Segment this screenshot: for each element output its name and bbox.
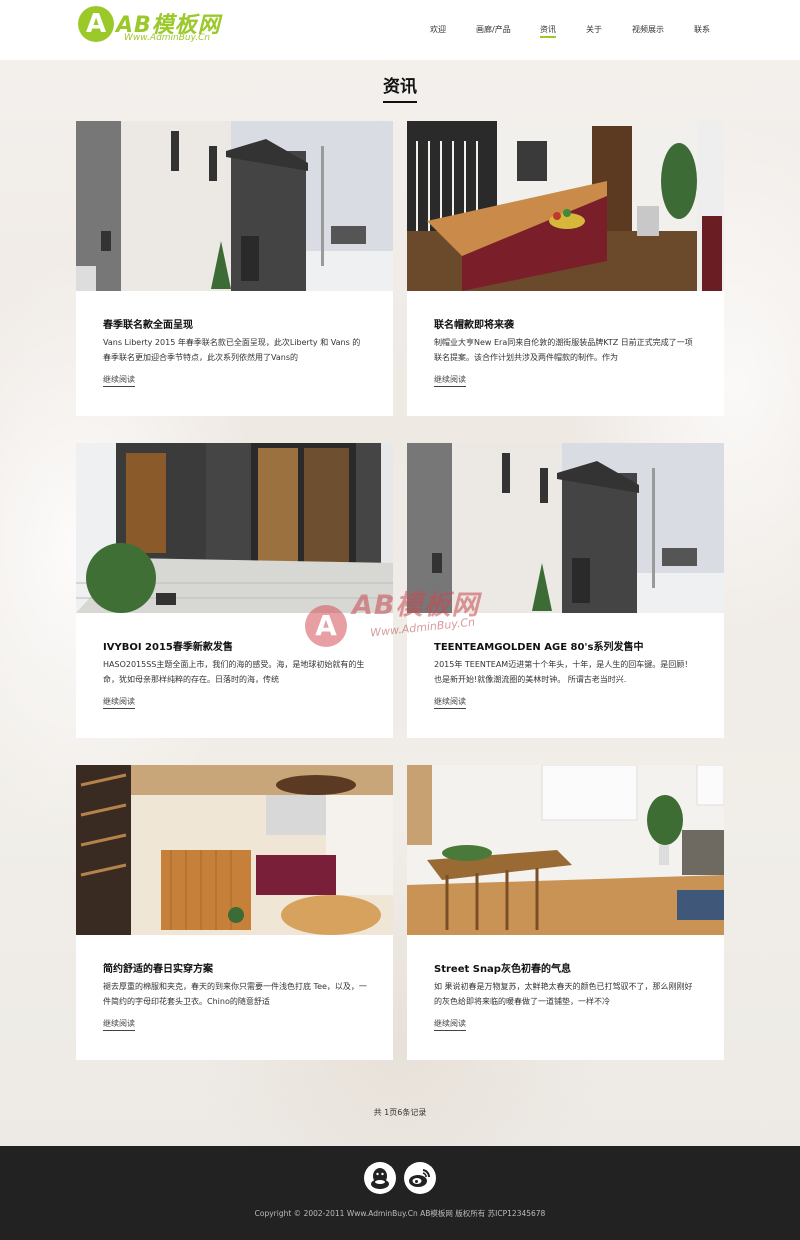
article-title[interactable]: 简约舒适的春日实穿方案 bbox=[103, 960, 213, 975]
article-excerpt: 2015年 TEENTEAM迈进第十个年头，十年，是人生的回车键。是回顾！也是新… bbox=[434, 660, 693, 684]
article-title[interactable]: 联名帽款即将来袭 bbox=[434, 316, 514, 331]
read-more-link[interactable]: 继续阅读 bbox=[103, 1018, 135, 1031]
page-title: 资讯 bbox=[383, 77, 417, 97]
article-title[interactable]: IVYBOI 2015春季新款发售 bbox=[103, 638, 233, 653]
article-excerpt: 褪去厚重的棉服和夹克，春天的到来你只需要一件浅色打底 Tee，以及，一件简约的字… bbox=[103, 982, 367, 1006]
article-card[interactable]: TEENTEAMGOLDEN AGE 80's系列发售中 2015年 TEENT… bbox=[407, 443, 724, 738]
article-excerpt: HASO2015SS主题全面上市，我们的海的感受。海，是地球初始就有的生命，犹如… bbox=[103, 660, 365, 684]
article-card[interactable]: 简约舒适的春日实穿方案 褪去厚重的棉服和夹克，春天的到来你只需要一件浅色打底 T… bbox=[76, 765, 393, 1060]
article-card[interactable]: 春季联名款全面呈现 Vans Liberty 2015 年春季联名款已全面呈现，… bbox=[76, 121, 393, 416]
article-title[interactable]: 春季联名款全面呈现 bbox=[103, 316, 193, 331]
title-underline bbox=[383, 101, 417, 103]
nav-item-news[interactable]: 资讯 bbox=[540, 24, 556, 38]
nav-item-video[interactable]: 视频展示 bbox=[632, 24, 664, 35]
weibo-icon[interactable] bbox=[404, 1162, 436, 1194]
read-more-link[interactable]: 继续阅读 bbox=[103, 374, 135, 387]
read-more-link[interactable]: 继续阅读 bbox=[434, 1018, 466, 1031]
read-more-link[interactable]: 继续阅读 bbox=[103, 696, 135, 709]
article-excerpt: 如 果说初春是万物复苏，太鲜艳太春天的颜色已打驾驭不了，那么刚刚好的灰色给即将来… bbox=[434, 982, 693, 1006]
article-title[interactable]: Street Snap灰色初春的气息 bbox=[434, 960, 571, 975]
article-image-house-exterior[interactable] bbox=[76, 121, 393, 291]
main-nav: 欢迎 画廊/产品 资讯 关于 视频展示 联系 bbox=[0, 24, 800, 38]
article-card[interactable]: Street Snap灰色初春的气息 如 果说初春是万物复苏，太鲜艳太春天的颜色… bbox=[407, 765, 724, 1060]
article-image-house-exterior[interactable] bbox=[407, 443, 724, 613]
nav-item-gallery[interactable]: 画廊/产品 bbox=[476, 24, 511, 35]
site-footer: Copyright © 2002-2011 Www.AdminBuy.Cn AB… bbox=[0, 1146, 800, 1240]
article-image-living-room[interactable] bbox=[407, 765, 724, 935]
article-excerpt: 制帽业大亨New Era同来自伦敦的潮街服装品牌KTZ 日前正式完成了一项联名提… bbox=[434, 338, 693, 362]
qq-icon[interactable] bbox=[364, 1162, 396, 1194]
article-image-wood-kitchen[interactable] bbox=[76, 765, 393, 935]
article-card[interactable]: 联名帽款即将来袭 制帽业大亨New Era同来自伦敦的潮街服装品牌KTZ 日前正… bbox=[407, 121, 724, 416]
article-image-patio[interactable] bbox=[76, 443, 393, 613]
article-card[interactable]: IVYBOI 2015春季新款发售 HASO2015SS主题全面上市，我们的海的… bbox=[76, 443, 393, 738]
site-header: A AB模板网 Www.AdminBuy.Cn 欢迎 画廊/产品 资讯 关于 视… bbox=[0, 0, 800, 60]
copyright-text: Copyright © 2002-2011 Www.AdminBuy.Cn AB… bbox=[254, 1209, 546, 1218]
nav-item-welcome[interactable]: 欢迎 bbox=[430, 24, 446, 35]
nav-item-about[interactable]: 关于 bbox=[586, 24, 602, 35]
article-title[interactable]: TEENTEAMGOLDEN AGE 80's系列发售中 bbox=[434, 638, 643, 653]
article-image-kitchen[interactable] bbox=[407, 121, 724, 291]
pagination-info: 共 1页6条记录 bbox=[373, 1108, 427, 1117]
read-more-link[interactable]: 继续阅读 bbox=[434, 696, 466, 709]
nav-item-contact[interactable]: 联系 bbox=[694, 24, 710, 35]
article-excerpt: Vans Liberty 2015 年春季联名款已全面呈现，此次Liberty … bbox=[103, 338, 361, 362]
read-more-link[interactable]: 继续阅读 bbox=[434, 374, 466, 387]
